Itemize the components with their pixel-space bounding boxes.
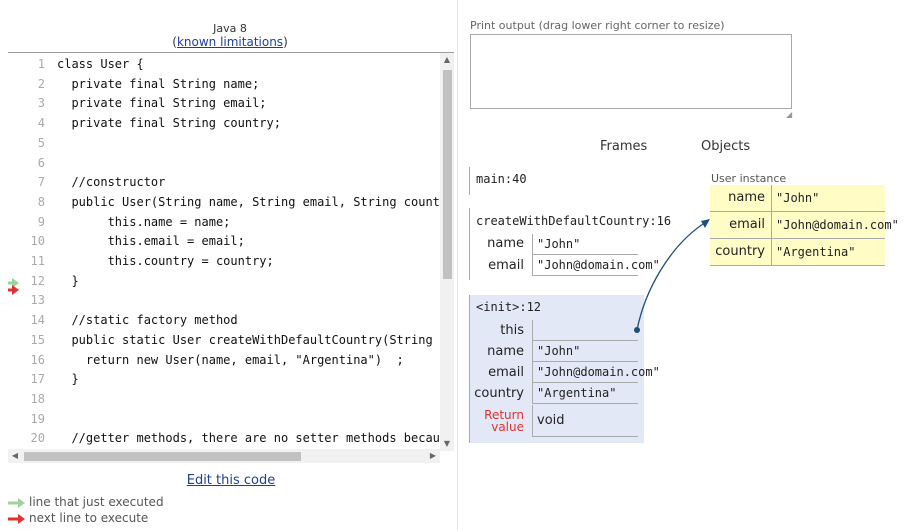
scroll-down-icon[interactable]: ▼ — [440, 437, 454, 451]
code-line: 18 — [30, 391, 45, 406]
user-instance-object: name "John" email "John@domain.com" coun… — [710, 185, 899, 266]
scroll-up-icon[interactable]: ▲ — [440, 53, 454, 67]
scroll-thumb[interactable] — [24, 452, 301, 461]
code-editor[interactable]: 1 class User { 2 private final String nam… — [8, 52, 454, 465]
objects-header: Objects — [701, 139, 751, 154]
return-value-label: Return value — [484, 408, 524, 434]
code-line-current: 12 } — [30, 273, 79, 288]
code-line: 2 private final String name; — [37, 76, 260, 91]
horizontal-scrollbar[interactable]: ◀ ▶ — [8, 449, 440, 463]
legend-just-executed: line that just executed — [8, 495, 164, 509]
code-line: 3 private final String email; — [37, 96, 267, 111]
frame-name: createWithDefaultCountry:16 — [476, 214, 672, 228]
print-output-label: Print output (drag lower right corner to… — [470, 19, 725, 32]
legend-next-line: next line to execute — [8, 511, 148, 525]
code-line: 10 this.email = email; — [30, 234, 245, 249]
code-line: 19 — [30, 411, 45, 426]
code-line: 17 } — [30, 372, 79, 387]
vertical-scrollbar[interactable]: ▲ ▼ — [440, 53, 454, 451]
frame-main: main:40 — [469, 167, 527, 195]
limitations-line: (known limitations) — [172, 35, 288, 49]
code-line: 4 private final String country; — [37, 116, 281, 131]
next-line-arrow-icon — [8, 285, 19, 295]
frame-var: this — [470, 320, 644, 341]
frame-var: name "John" — [470, 341, 644, 362]
frame-init-active: <init>:12 this name "John" email "John@d… — [469, 295, 660, 443]
code-line: 11 this.country = country; — [30, 254, 274, 268]
language-title: Java 8 — [213, 22, 247, 35]
code-line: 6 — [37, 155, 45, 170]
code-line: 16 return new User(name, email, "Argenti… — [30, 352, 404, 367]
code-line: 13 — [30, 293, 45, 308]
scroll-right-icon[interactable]: ▶ — [426, 449, 440, 463]
resize-grip-icon[interactable]: ◢ — [786, 111, 794, 119]
code-line: 20 //getter methods, there are no setter… — [30, 431, 440, 446]
green-arrow-icon — [8, 497, 25, 508]
object-field: email "John@domain.com" — [710, 212, 899, 239]
code-line: 9 this.name = name; — [37, 214, 231, 229]
scroll-left-icon[interactable]: ◀ — [8, 449, 22, 463]
known-limitations-link[interactable]: known limitations — [177, 35, 283, 49]
frame-return-value: Return value void — [470, 405, 644, 437]
this-pointer-cell — [532, 320, 638, 341]
frames-header: Frames — [600, 139, 648, 154]
code-line: 5 — [37, 135, 45, 150]
code-line: 15 public static User createWithDefaultC… — [30, 332, 440, 347]
edit-code-link[interactable]: Edit this code — [0, 473, 462, 488]
code-line: 1 class User { — [37, 57, 144, 71]
object-field: name "John" — [710, 185, 885, 212]
frame-name: <init>:12 — [476, 300, 542, 314]
code-line: 8 public User(String name, String email,… — [37, 194, 440, 209]
scroll-thumb[interactable] — [443, 70, 452, 279]
print-output-box[interactable] — [470, 34, 792, 109]
frame-var: email "John@domain.com" — [470, 362, 660, 383]
frame-name: main:40 — [476, 172, 527, 186]
object-field: country "Argentina" — [710, 239, 885, 266]
pane-divider — [457, 0, 458, 530]
frame-var: name "John" — [470, 234, 642, 255]
code-line: 7 //constructor — [37, 175, 166, 190]
pointer-line — [636, 221, 707, 331]
code-line: 14 //static factory method — [30, 313, 238, 328]
code-lines: 1 class User { 2 private final String nam… — [8, 53, 440, 449]
code-pane: Java 8 (known limitations) 1 class User {… — [0, 0, 460, 530]
object-type-label: User instance — [711, 172, 787, 185]
red-arrow-icon — [8, 513, 25, 524]
frame-createWithDefaultCountry: createWithDefaultCountry:16 name "John" … — [469, 208, 671, 280]
frame-var: country "Argentina" — [470, 383, 644, 404]
frame-var: email "John@domain.com" — [470, 255, 660, 276]
pointer-arrowhead-icon — [701, 219, 710, 228]
